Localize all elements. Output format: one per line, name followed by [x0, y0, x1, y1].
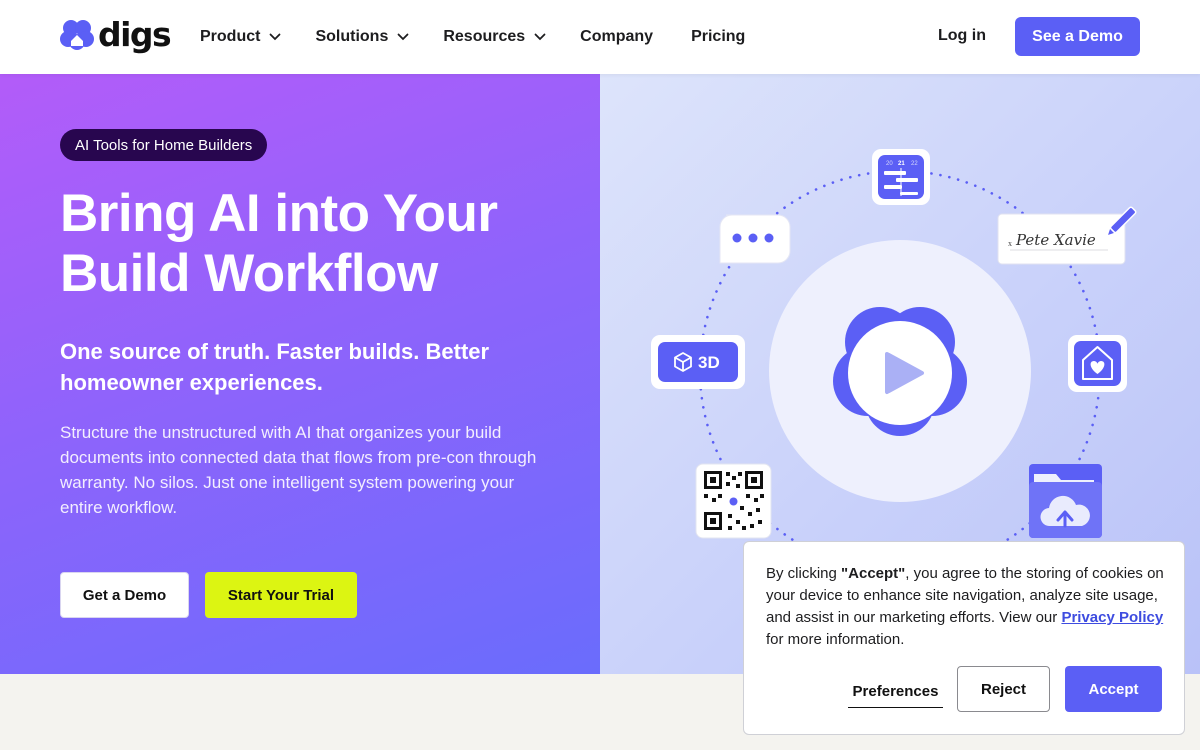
- house-logo-icon: [60, 20, 94, 50]
- nav-item-label: Resources: [443, 28, 526, 45]
- start-trial-button[interactable]: Start Your Trial: [205, 572, 357, 618]
- hero-description: Structure the unstructured with AI that …: [60, 423, 537, 517]
- get-demo-button[interactable]: Get a Demo: [60, 572, 189, 618]
- qr-code-icon: [695, 463, 772, 539]
- chevron-down-icon: [534, 33, 546, 41]
- nav-item-company[interactable]: Company: [580, 28, 653, 46]
- signature-text: Pete Xavie: [1015, 231, 1096, 249]
- calendar-day-1: 20: [886, 161, 893, 167]
- privacy-policy-link[interactable]: Privacy Policy: [1061, 609, 1163, 626]
- hero-text-panel: AI Tools for Home Builders Bring AI into…: [0, 74, 600, 674]
- main-nav: Product Solutions Resources Company Pric…: [200, 0, 783, 74]
- nav-item-product[interactable]: Product: [200, 28, 281, 46]
- play-video-button[interactable]: [848, 321, 952, 425]
- see-demo-button[interactable]: See a Demo: [1015, 17, 1140, 56]
- nav-item-pricing[interactable]: Pricing: [691, 28, 745, 46]
- signature-mark: x: [1008, 239, 1012, 248]
- chevron-down-icon: [270, 33, 281, 41]
- hero-headline: Bring AI into Your Build Workflow: [60, 184, 580, 304]
- cookie-text-before: By clicking: [766, 565, 842, 582]
- cookie-consent-banner: By clicking "Accept", you agree to the s…: [743, 541, 1185, 735]
- 3d-label: 3D: [698, 353, 720, 372]
- logo[interactable]: digs: [60, 15, 172, 54]
- cookie-text-after: for more information.: [766, 631, 905, 648]
- nav-item-label: Pricing: [691, 28, 746, 45]
- nav-item-resources[interactable]: Resources: [443, 28, 546, 46]
- hero-subhead: One source of truth. Faster builds. Bett…: [60, 339, 490, 395]
- chat-bubble-icon: [719, 214, 791, 264]
- cookie-accept-quote: "Accept": [841, 565, 906, 582]
- chevron-down-icon: [397, 33, 409, 41]
- headline-line-1: Bring AI into Your: [60, 184, 498, 243]
- cookie-message: By clicking "Accept", you agree to the s…: [766, 563, 1166, 651]
- signature-card: x Pete Xavie: [997, 206, 1137, 265]
- preferences-button[interactable]: Preferences: [848, 676, 943, 708]
- nav-item-solutions[interactable]: Solutions: [315, 28, 409, 46]
- reject-button[interactable]: Reject: [957, 666, 1050, 712]
- 3d-model-badge: 3D: [651, 335, 745, 389]
- hero-badge: AI Tools for Home Builders: [60, 129, 268, 161]
- calendar-icon: 20 21 22: [872, 149, 930, 205]
- accept-button[interactable]: Accept: [1065, 666, 1162, 712]
- nav-item-label: Solutions: [315, 28, 389, 45]
- logo-text: digs: [98, 15, 172, 54]
- nav-item-label: Company: [580, 28, 654, 45]
- calendar-day-2: 21: [898, 161, 905, 167]
- headline-line-2: Build Workflow: [60, 244, 438, 303]
- site-header: digs Product Solutions Resources Company…: [0, 0, 1200, 74]
- calendar-day-3: 22: [911, 161, 918, 167]
- nav-item-label: Product: [200, 28, 261, 45]
- cloud-upload-folder-icon: [1029, 464, 1102, 538]
- house-heart-icon: [1068, 335, 1127, 392]
- login-link[interactable]: Log in: [938, 27, 986, 45]
